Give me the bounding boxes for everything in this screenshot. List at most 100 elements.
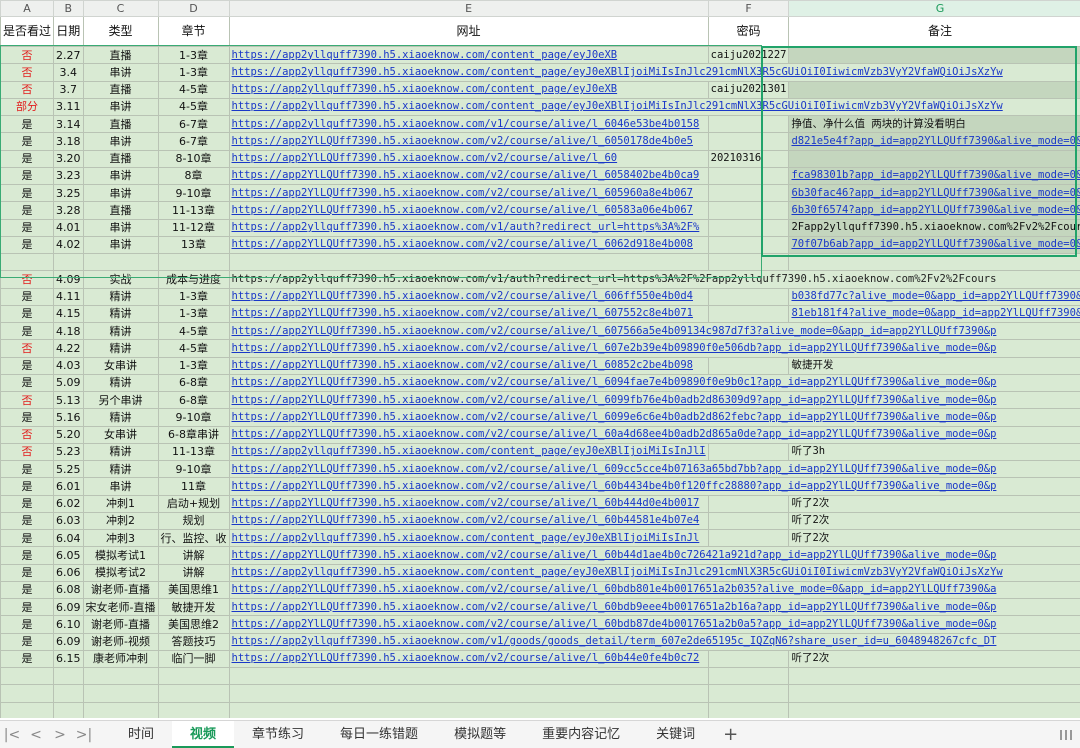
type-cell[interactable]: 串讲: [83, 219, 158, 236]
date-cell[interactable]: 4.18: [54, 323, 84, 340]
empty-cell[interactable]: [1, 668, 54, 685]
url-cell[interactable]: https://app2YlLQUff7390.h5.xiaoeknow.com…: [229, 357, 708, 374]
empty-cell[interactable]: [789, 702, 1080, 718]
type-cell[interactable]: 另个串讲: [83, 392, 158, 409]
sheet-tab-chapter-practice[interactable]: 章节练习: [234, 721, 322, 748]
password-cell[interactable]: [708, 185, 789, 202]
date-cell[interactable]: 4.09: [54, 271, 84, 288]
date-cell[interactable]: 6.09: [54, 633, 84, 650]
empty-cell[interactable]: [158, 702, 229, 718]
watched-cell[interactable]: 是: [1, 478, 54, 495]
chapter-cell[interactable]: 讲解: [158, 564, 229, 581]
date-cell[interactable]: 4.02: [54, 236, 84, 253]
type-cell[interactable]: 串讲: [83, 133, 158, 150]
password-cell[interactable]: [708, 288, 789, 305]
url-cell[interactable]: https://app2YlLQUff7390.h5.xiaoeknow.com…: [229, 409, 1080, 426]
type-cell[interactable]: 冲刺1: [83, 495, 158, 512]
url-cell[interactable]: https://app2YlLQUff7390.h5.xiaoeknow.com…: [229, 599, 1080, 616]
url-cell[interactable]: https://app2YlLQUff7390.h5.xiaoeknow.com…: [229, 547, 1080, 564]
url-cell[interactable]: https://app2YlLQUff7390.h5.xiaoeknow.com…: [229, 305, 708, 322]
date-cell[interactable]: 6.15: [54, 650, 84, 667]
password-cell[interactable]: [708, 650, 789, 667]
watched-cell[interactable]: 是: [1, 288, 54, 305]
url-cell[interactable]: https://app2YlLQUff7390.h5.xiaoeknow.com…: [229, 426, 1080, 443]
type-cell[interactable]: 串讲: [83, 478, 158, 495]
date-cell[interactable]: 5.09: [54, 374, 84, 391]
notes-cell[interactable]: [789, 254, 1080, 271]
watched-cell[interactable]: 是: [1, 599, 54, 616]
empty-cell[interactable]: [1, 702, 54, 718]
type-cell[interactable]: 实战: [83, 271, 158, 288]
chapter-cell[interactable]: 1-3章: [158, 47, 229, 64]
type-cell[interactable]: 串讲: [83, 167, 158, 184]
url-cell[interactable]: https://app2YlLQUff7390.h5.xiaoeknow.com…: [229, 374, 1080, 391]
chapter-cell[interactable]: 4-5章: [158, 81, 229, 98]
sheet-tab-mock-questions[interactable]: 模拟题等: [436, 721, 524, 748]
notes-cell[interactable]: 6b30f6574?app_id=app2YlLQUff7390&alive_m…: [789, 202, 1080, 219]
date-cell[interactable]: 4.22: [54, 340, 84, 357]
type-cell[interactable]: 谢老师-直播: [83, 581, 158, 598]
watched-cell[interactable]: 是: [1, 133, 54, 150]
date-cell[interactable]: 6.10: [54, 616, 84, 633]
chapter-cell[interactable]: 启动+规划: [158, 495, 229, 512]
sheet-tab-keywords[interactable]: 关键词: [638, 721, 713, 748]
chapter-cell[interactable]: 美国思维1: [158, 581, 229, 598]
type-cell[interactable]: 直播: [83, 81, 158, 98]
chapter-cell[interactable]: 临门一脚: [158, 650, 229, 667]
date-cell[interactable]: 3.20: [54, 150, 84, 167]
watched-cell[interactable]: 是: [1, 547, 54, 564]
watched-cell[interactable]: 是: [1, 323, 54, 340]
chapter-cell[interactable]: 6-7章: [158, 116, 229, 133]
chapter-cell[interactable]: 4-5章: [158, 340, 229, 357]
date-cell[interactable]: 5.20: [54, 426, 84, 443]
watched-cell[interactable]: 是: [1, 633, 54, 650]
type-cell[interactable]: 精讲: [83, 305, 158, 322]
password-cell[interactable]: [708, 495, 789, 512]
watched-cell[interactable]: 是: [1, 219, 54, 236]
type-cell[interactable]: 直播: [83, 202, 158, 219]
watched-cell[interactable]: 是: [1, 616, 54, 633]
date-cell[interactable]: 4.03: [54, 357, 84, 374]
url-cell[interactable]: https://app2yllquff7390.h5.xiaoeknow.com…: [229, 530, 708, 547]
empty-cell[interactable]: [229, 702, 708, 718]
date-cell[interactable]: 6.03: [54, 512, 84, 529]
notes-cell[interactable]: 听了2次: [789, 650, 1080, 667]
sheet-tab-video[interactable]: 视频: [172, 721, 234, 748]
notes-cell[interactable]: [789, 150, 1080, 167]
password-cell[interactable]: [708, 512, 789, 529]
chapter-cell[interactable]: 11-12章: [158, 219, 229, 236]
chapter-cell[interactable]: 成本与进度: [158, 271, 229, 288]
watched-cell[interactable]: 是: [1, 581, 54, 598]
chapter-cell[interactable]: 1-3章: [158, 357, 229, 374]
date-cell[interactable]: 3.4: [54, 64, 84, 81]
password-cell[interactable]: 20210316: [708, 150, 789, 167]
password-cell[interactable]: [708, 254, 789, 271]
watched-cell[interactable]: 否: [1, 443, 54, 460]
empty-cell[interactable]: [158, 685, 229, 702]
spreadsheet-grid-area[interactable]: ABCDEFG是否看过日期类型章节网址密码备注否2.27直播1-3章https:…: [0, 0, 1080, 718]
chapter-cell[interactable]: 1-3章: [158, 288, 229, 305]
type-cell[interactable]: 串讲: [83, 185, 158, 202]
date-cell[interactable]: 5.23: [54, 443, 84, 460]
notes-cell[interactable]: 81eb181f4?alive_mode=0&app_id=app2YlLQUf…: [789, 305, 1080, 322]
empty-cell[interactable]: [54, 668, 84, 685]
type-cell[interactable]: 模拟考试1: [83, 547, 158, 564]
watched-cell[interactable]: 部分: [1, 98, 54, 115]
date-cell[interactable]: 6.08: [54, 581, 84, 598]
notes-cell[interactable]: fca98301b?app_id=app2YlLQUff7390&alive_m…: [789, 167, 1080, 184]
date-cell[interactable]: 3.7: [54, 81, 84, 98]
empty-cell[interactable]: [708, 702, 789, 718]
password-cell[interactable]: [708, 167, 789, 184]
type-cell[interactable]: 串讲: [83, 236, 158, 253]
password-cell[interactable]: caiju2021301: [708, 81, 789, 98]
empty-cell[interactable]: [229, 685, 708, 702]
empty-cell[interactable]: [708, 685, 789, 702]
notes-cell[interactable]: 听了2次: [789, 495, 1080, 512]
sheet-tab-daily-mistakes[interactable]: 每日一练错题: [322, 721, 436, 748]
empty-cell[interactable]: [83, 685, 158, 702]
notes-cell[interactable]: [789, 81, 1080, 98]
notes-cell[interactable]: 听了2次: [789, 530, 1080, 547]
url-cell[interactable]: https://app2YlLQUff7390.h5.xiaoeknow.com…: [229, 461, 1080, 478]
password-cell[interactable]: [708, 116, 789, 133]
watched-cell[interactable]: 是: [1, 461, 54, 478]
